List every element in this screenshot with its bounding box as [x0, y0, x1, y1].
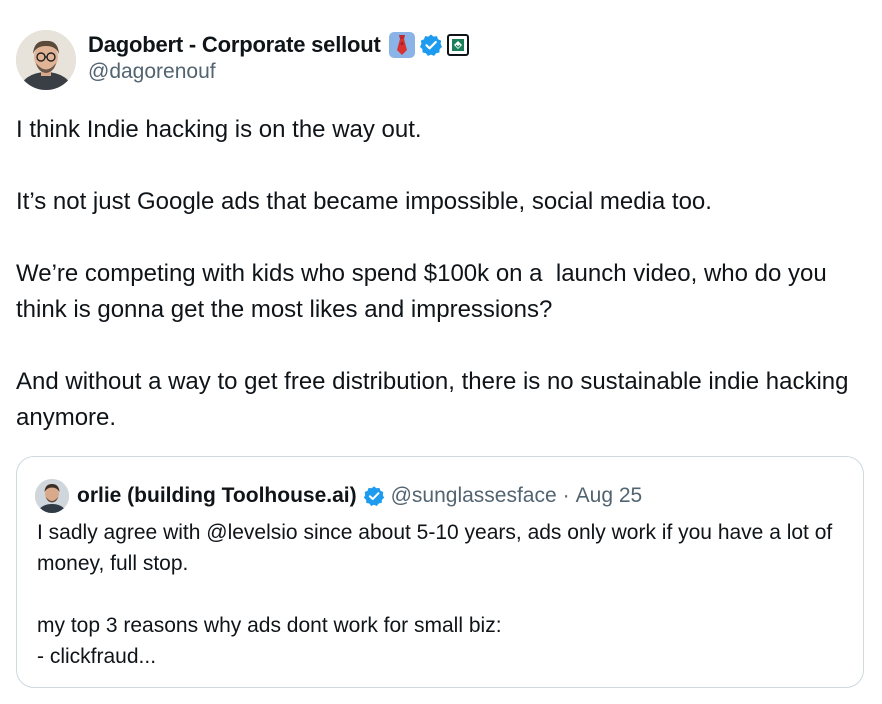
tweet-card: Dagobert - Corporate sellout @dagorenouf…	[0, 0, 882, 704]
quoted-paragraph: my top 3 reasons why ads dont work for s…	[37, 614, 502, 668]
person-avatar-icon	[35, 479, 69, 513]
tweet-paragraph: I think Indie hacking is on the way out.	[16, 116, 422, 143]
quoted-tweet-date[interactable]: Aug 25	[576, 484, 643, 508]
verified-badge-icon	[419, 34, 442, 56]
tweet-paragraph: It’s not just Google ads that became imp…	[16, 188, 712, 215]
quoted-author-avatar[interactable]	[35, 479, 69, 513]
quoted-tweet[interactable]: orlie (building Toolhouse.ai) @sunglasse…	[16, 456, 864, 688]
tweet-paragraph: We’re competing with kids who spend $100…	[16, 260, 834, 323]
quoted-tweet-text: I sadly agree with @levelsio since about…	[37, 517, 847, 672]
author-name-row[interactable]: Dagobert - Corporate sellout	[88, 30, 469, 60]
quoted-tweet-header: orlie (building Toolhouse.ai) @sunglasse…	[35, 479, 642, 513]
quoted-author-handle[interactable]: @sunglassesface	[391, 484, 557, 508]
quoted-paragraph: I sadly agree with @levelsio since about…	[37, 521, 833, 575]
quoted-author-name[interactable]: orlie (building Toolhouse.ai)	[77, 484, 357, 508]
person-glasses-avatar-icon	[16, 30, 76, 90]
author-name[interactable]: Dagobert - Corporate sellout	[88, 32, 381, 58]
tweet-paragraph: And without a way to get free distributi…	[16, 368, 856, 431]
separator-dot: ·	[562, 484, 570, 507]
verified-badge-icon	[363, 486, 384, 506]
tweet-text: I think Indie hacking is on the way out.…	[16, 112, 866, 436]
affiliate-badge-icon[interactable]	[446, 34, 469, 56]
author-handle[interactable]: @dagorenouf	[88, 60, 216, 84]
tie-emoji-icon	[388, 32, 415, 58]
author-avatar[interactable]	[16, 30, 76, 90]
